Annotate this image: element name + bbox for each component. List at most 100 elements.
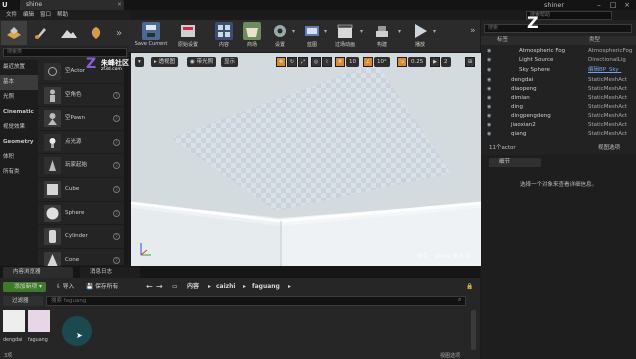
- chevron-down-icon[interactable]: ▾: [292, 28, 295, 35]
- content-scrollbar[interactable]: [471, 310, 476, 350]
- level-tab[interactable]: shine: [20, 0, 124, 10]
- help-icon[interactable]: ?: [113, 91, 120, 99]
- help-icon[interactable]: ?: [113, 185, 120, 193]
- settings-button[interactable]: 设置: [268, 22, 292, 48]
- place-item-player-start[interactable]: 玩家起始 ?: [38, 154, 124, 178]
- play-button[interactable]: 播放: [408, 22, 432, 48]
- category-visual-effects[interactable]: 视觉效果: [0, 120, 38, 135]
- back-icon[interactable]: ←: [146, 282, 153, 292]
- outliner-row[interactable]: ◉ dengdai StaticMeshAct: [481, 76, 636, 85]
- save-all-button[interactable]: 💾 保存所有: [86, 282, 118, 292]
- help-icon[interactable]: ?: [113, 256, 120, 264]
- content-search-input[interactable]: 搜索 faguang: [46, 296, 466, 306]
- help-icon[interactable]: ?: [113, 162, 120, 170]
- asset-tile[interactable]: dengdai: [3, 310, 27, 343]
- chevron-down-icon[interactable]: ▾: [398, 28, 401, 35]
- surface-snap-icon[interactable]: ⌇: [322, 57, 332, 67]
- viewport-menu-button[interactable]: ▾: [135, 57, 144, 67]
- breadcrumb-caizhi[interactable]: caizhi: [216, 282, 235, 292]
- show-button[interactable]: 显示: [221, 57, 239, 67]
- level-viewport[interactable]: ▾ ▸ 透视图 ◉ 带光照 显示 ✥ ↻ ⤢ ◎ ⌇ # 10 ∠ 10° ⇲ …: [131, 53, 481, 266]
- outliner-row[interactable]: ◉ ding StaticMeshAct: [481, 103, 636, 112]
- outliner-row[interactable]: ◉ Sky Sphere 编辑BP_Sky_: [481, 66, 636, 75]
- menu-window[interactable]: 窗口: [40, 10, 51, 20]
- minimize-icon[interactable]: –: [592, 0, 606, 10]
- help-icon[interactable]: ?: [113, 138, 120, 146]
- chevron-down-icon[interactable]: ▾: [433, 28, 436, 35]
- scale-snap-value[interactable]: 0.25: [408, 57, 427, 67]
- place-item-empty-character[interactable]: 空角色 ?: [38, 84, 124, 108]
- tab-content-browser[interactable]: 内容浏览器: [3, 267, 73, 278]
- category-recent[interactable]: 最近放置: [0, 60, 38, 75]
- outliner-row[interactable]: ◉ jiaoxian2 StaticMeshAct: [481, 121, 636, 130]
- visibility-eye-icon[interactable]: ◉: [487, 76, 491, 85]
- grid-snap-value[interactable]: 10: [346, 57, 359, 67]
- grid-snap-icon[interactable]: #: [335, 57, 345, 67]
- scale-snap-icon[interactable]: ⇲: [397, 57, 407, 67]
- cinematics-button[interactable]: 过场动画: [328, 22, 362, 48]
- place-item-cube[interactable]: Cube ?: [38, 178, 124, 202]
- import-button[interactable]: ⇩ 导入: [56, 282, 74, 292]
- visibility-eye-icon[interactable]: ◉: [487, 47, 491, 56]
- world-space-icon[interactable]: ◎: [311, 57, 321, 67]
- content-button[interactable]: 内容: [212, 22, 236, 48]
- blueprints-button[interactable]: 蓝图: [300, 22, 324, 48]
- paint-mode-icon[interactable]: [29, 21, 55, 45]
- outliner-row[interactable]: ◉ Atmospheric Fog AtmosphericFog: [481, 47, 636, 56]
- scale-tool-icon[interactable]: ⤢: [298, 57, 308, 67]
- outliner-row[interactable]: ◉ dimian StaticMeshAct: [481, 94, 636, 103]
- chevron-down-icon[interactable]: ▾: [360, 28, 363, 35]
- menu-file[interactable]: 文件: [6, 10, 17, 20]
- camera-speed-icon[interactable]: ▶: [430, 57, 440, 67]
- place-item-empty-pawn[interactable]: 空Pawn ?: [38, 107, 124, 131]
- tab-message-log[interactable]: 消息日志: [80, 267, 140, 278]
- actor-type[interactable]: 编辑BP_Sky_: [588, 66, 621, 75]
- place-mode-icon[interactable]: [1, 21, 27, 45]
- outliner-row[interactable]: ◉ Light Source DirectionalLig: [481, 56, 636, 65]
- lock-icon[interactable]: 🔒: [466, 282, 473, 292]
- source-control-button[interactable]: 原始设置: [174, 22, 202, 48]
- folder-icon[interactable]: ▭: [172, 282, 177, 292]
- more-tools-icon[interactable]: »: [470, 26, 476, 36]
- outliner-row[interactable]: ◉ qiang StaticMeshAct: [481, 130, 636, 139]
- content-view-options[interactable]: 视图选项: [440, 352, 460, 359]
- breadcrumb-root[interactable]: 内容: [187, 282, 199, 292]
- category-lights[interactable]: 光照: [0, 90, 38, 105]
- outliner-search-input[interactable]: 搜索: [484, 24, 632, 33]
- place-item-point-light[interactable]: 点光源 ?: [38, 131, 124, 155]
- more-modes-icon[interactable]: »: [111, 21, 127, 45]
- filters-button[interactable]: 过滤器: [3, 296, 43, 306]
- chevron-down-icon[interactable]: ▾: [324, 28, 327, 35]
- visibility-eye-icon[interactable]: ◉: [487, 66, 491, 75]
- translate-tool-icon[interactable]: ✥: [276, 57, 286, 67]
- category-geometry[interactable]: Geometry: [0, 135, 38, 150]
- modes-scrollbar[interactable]: [124, 60, 128, 265]
- category-volumes[interactable]: 体积: [0, 150, 38, 165]
- close-tab-icon[interactable]: ×: [117, 0, 122, 10]
- rotation-snap-value[interactable]: 10°: [374, 57, 390, 67]
- breadcrumb-faguang[interactable]: faguang: [252, 282, 280, 292]
- category-cinematic[interactable]: Cinematic: [0, 105, 38, 120]
- search-classes-input[interactable]: 搜索类: [3, 48, 127, 57]
- help-icon[interactable]: ?: [113, 209, 120, 217]
- visibility-eye-icon[interactable]: ◉: [487, 85, 491, 94]
- category-all-classes[interactable]: 所有类: [0, 165, 38, 180]
- add-new-button[interactable]: 添加新项 ▾: [3, 282, 46, 292]
- camera-speed-value[interactable]: 2: [441, 57, 451, 67]
- help-icon[interactable]: ?: [113, 115, 120, 123]
- visibility-eye-icon[interactable]: ◉: [487, 56, 491, 65]
- place-item-sphere[interactable]: Sphere ?: [38, 202, 124, 226]
- outliner-view-options[interactable]: 视图选项: [598, 143, 620, 151]
- landscape-mode-icon[interactable]: [56, 21, 82, 45]
- category-basic[interactable]: 基本: [0, 75, 38, 90]
- lighting-mode-button[interactable]: ◉ 带光照: [187, 57, 217, 67]
- outliner-row[interactable]: ◉ diaopeng StaticMeshAct: [481, 85, 636, 94]
- visibility-eye-icon[interactable]: ◉: [487, 103, 491, 112]
- rotation-snap-icon[interactable]: ∠: [363, 57, 373, 67]
- visibility-eye-icon[interactable]: ◉: [487, 121, 491, 130]
- menu-edit[interactable]: 编辑: [23, 10, 34, 20]
- maximize-viewport-icon[interactable]: ⊞: [465, 57, 475, 67]
- visibility-eye-icon[interactable]: ◉: [487, 130, 491, 139]
- rotate-tool-icon[interactable]: ↻: [287, 57, 297, 67]
- perspective-button[interactable]: ▸ 透视图: [151, 57, 179, 67]
